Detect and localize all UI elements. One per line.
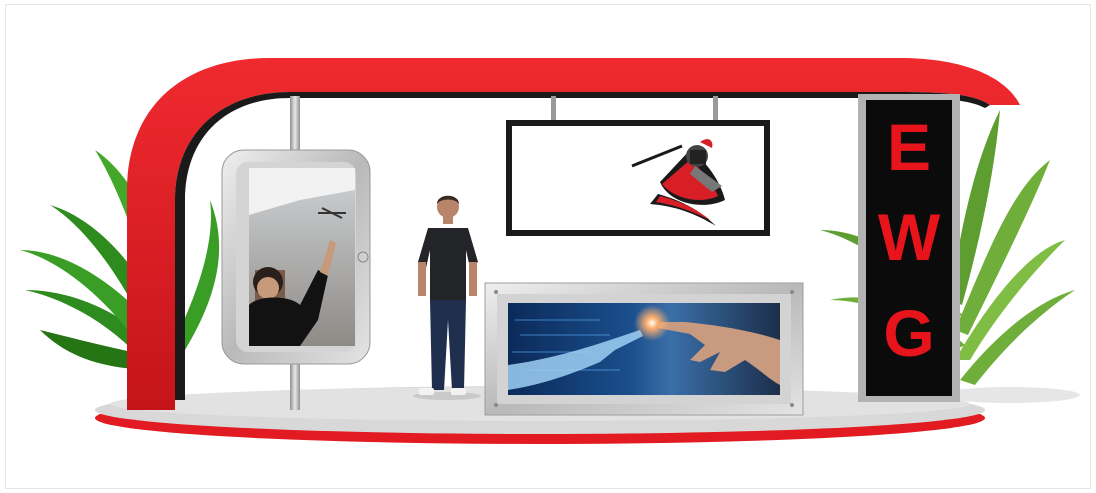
tower-letter-g: G <box>883 296 935 370</box>
display-counter <box>484 282 804 416</box>
sign-hanger <box>713 96 718 122</box>
tower-letter-w: W <box>877 200 941 274</box>
palm-plant-icon <box>20 145 220 370</box>
tower-letter-e: E <box>886 110 932 184</box>
logo-sign <box>506 120 770 236</box>
sign-hanger <box>551 96 556 122</box>
standing-man-figure <box>413 195 481 400</box>
video-screen <box>221 149 371 365</box>
